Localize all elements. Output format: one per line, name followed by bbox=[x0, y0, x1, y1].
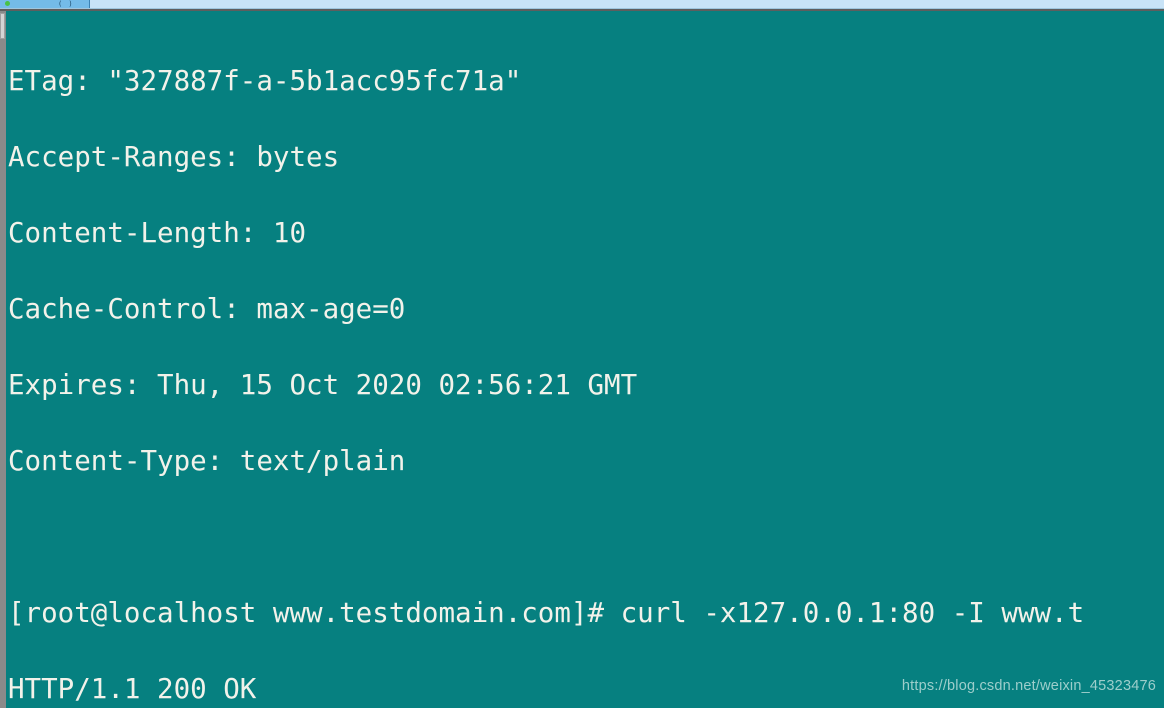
terminal-line: Accept-Ranges: bytes bbox=[8, 141, 340, 173]
terminal-output-pane[interactable]: ETag: "327887f-a-5b1acc95fc71a" Accept-R… bbox=[6, 11, 1164, 708]
screen-root: ( ) ETag: "327887f-a-5b1acc95fc71a" Acce… bbox=[0, 0, 1164, 708]
window-title-bar: ( ) bbox=[0, 0, 1164, 9]
watermark-text: https://blog.csdn.net/weixin_45323476 bbox=[901, 678, 1156, 694]
terminal-prompt-line: [root@localhost www.testdomain.com]# cur… bbox=[8, 597, 1085, 629]
terminal-tab[interactable]: ( ) bbox=[0, 0, 90, 8]
tab-marks-label: ( ) bbox=[58, 0, 74, 8]
terminal-line: ETag: "327887f-a-5b1acc95fc71a" bbox=[8, 65, 522, 97]
terminal-line: Cache-Control: max-age=0 bbox=[8, 293, 406, 325]
terminal-line: Content-Type: text/plain bbox=[8, 445, 406, 477]
terminal-line: Content-Length: 10 bbox=[8, 217, 307, 249]
green-dot-icon bbox=[5, 1, 10, 6]
terminal-text-buffer: ETag: "327887f-a-5b1acc95fc71a" Accept-R… bbox=[6, 11, 1164, 708]
terminal-line: Expires: Thu, 15 Oct 2020 02:56:21 GMT bbox=[8, 369, 638, 401]
vertical-scrollbar-thumb[interactable] bbox=[0, 13, 5, 39]
